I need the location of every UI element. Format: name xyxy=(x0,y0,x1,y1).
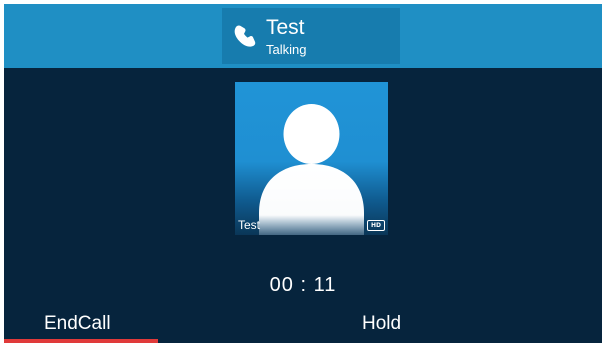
call-status: Talking xyxy=(266,42,307,57)
contact-card: Test HD xyxy=(235,82,388,235)
status-top-bar: Test Talking xyxy=(4,4,602,68)
end-call-softkey[interactable]: EndCall xyxy=(44,312,111,336)
contact-label: Test xyxy=(238,218,261,232)
contact-avatar-icon xyxy=(259,104,364,235)
hd-badge: HD xyxy=(367,220,385,231)
selected-softkey-indicator xyxy=(4,339,158,343)
caller-name: Test xyxy=(266,16,305,39)
phone-icon xyxy=(234,25,256,47)
hold-softkey[interactable]: Hold xyxy=(362,312,401,336)
call-timer: 00 : 11 xyxy=(269,274,337,296)
call-header: Test Talking xyxy=(222,8,400,64)
phone-call-screen: Test Talking Test HD 00 : 11 EndCall Hol… xyxy=(4,4,602,343)
